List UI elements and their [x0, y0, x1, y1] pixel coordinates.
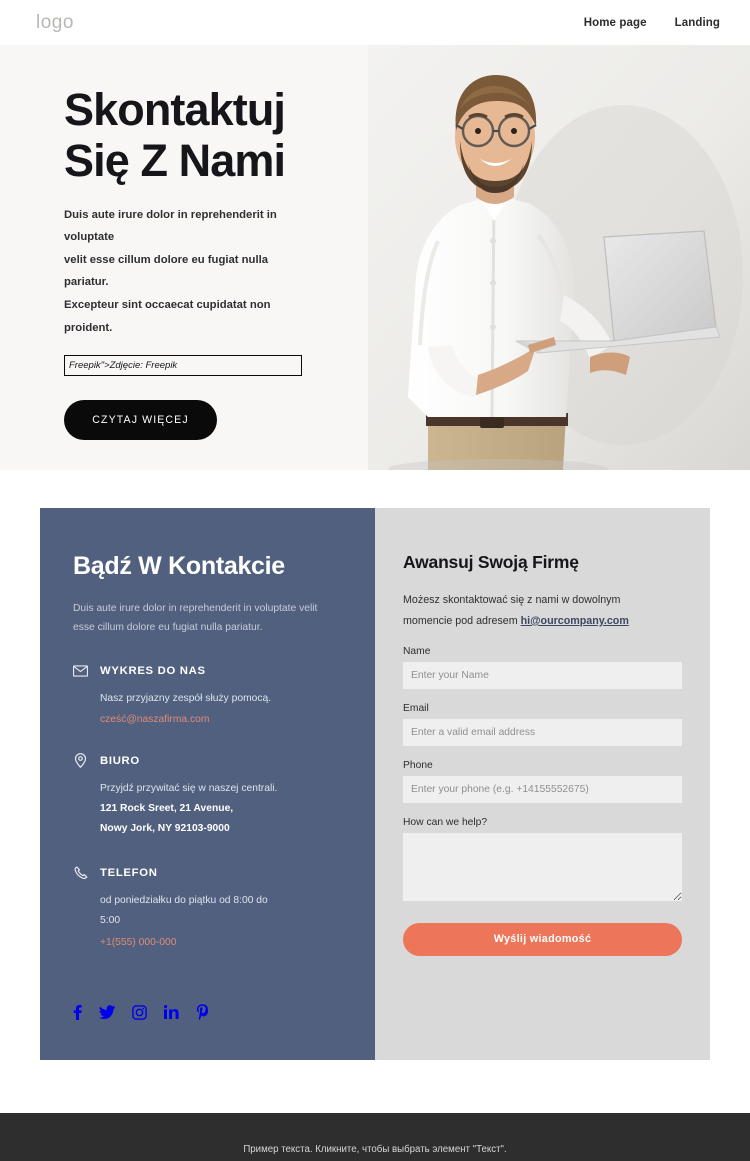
- phone-input[interactable]: [403, 775, 682, 803]
- contact-block-email-title: WYKRES DO NAS: [100, 664, 206, 677]
- hero-section: Skontaktuj Się Z Nami Duis aute irure do…: [0, 45, 750, 470]
- field-email: Email: [403, 703, 682, 746]
- nav-link-home-page[interactable]: Home page: [584, 17, 647, 29]
- twitter-icon[interactable]: [99, 1005, 115, 1019]
- contact-form-heading: Awansuj Swoją Firmę: [403, 552, 579, 572]
- contact-block-phone: TELEFON od poniedziałku do piątku od 8:0…: [73, 865, 339, 949]
- contact-block-phone-title: TELEFON: [100, 866, 158, 879]
- contact-block-office-body: Przyjdź przywitać się w naszej centrali.…: [73, 779, 339, 839]
- hero-paragraph-line-1: Duis aute irure dolor in reprehenderit i…: [64, 208, 277, 244]
- site-footer: Пример текста. Кликните, чтобы выбрать э…: [0, 1113, 750, 1161]
- footer-text: Пример текста. Кликните, чтобы выбрать э…: [243, 1144, 507, 1155]
- pinterest-icon[interactable]: [196, 1004, 209, 1020]
- name-input[interactable]: [403, 661, 682, 689]
- contact-form-email-link[interactable]: hi@ourcompany.com: [521, 615, 629, 627]
- contact-info-panel: Bądź W Kontakcie Duis aute irure dolor i…: [40, 508, 375, 1060]
- hero-content: Skontaktuj Się Z Nami Duis aute irure do…: [0, 45, 400, 441]
- image-attribution-box[interactable]: Freepik">Zdjęcie: Freepik: [64, 355, 302, 377]
- contact-block-office-title: BIURO: [100, 754, 140, 767]
- facebook-icon[interactable]: [73, 1004, 82, 1020]
- hero-title-line-1: Skontaktuj: [64, 84, 286, 135]
- contact-section: Bądź W Kontakcie Duis aute irure dolor i…: [40, 508, 710, 1060]
- main-navigation: Home page Landing: [584, 17, 720, 29]
- contact-block-office-header: BIURO: [73, 753, 339, 769]
- contact-block-office-line-2: 121 Rock Sreet, 21 Avenue,: [100, 803, 234, 815]
- contact-info-lead-line-2: esse cillum dolore eu fugiat nulla paria…: [73, 622, 263, 634]
- field-message-label: How can we help?: [403, 816, 488, 828]
- field-phone: Phone: [403, 760, 682, 803]
- hero-paragraph: Duis aute irure dolor in reprehenderit i…: [64, 204, 304, 340]
- site-header: logo Home page Landing: [0, 0, 750, 45]
- send-message-button[interactable]: Wyślij wiadomość: [403, 922, 682, 956]
- hero-title-line-2: Się Z Nami: [64, 134, 286, 186]
- hero-title: Skontaktuj Się Z Nami: [64, 84, 364, 187]
- contact-block-email-header: WYKRES DO NAS: [73, 663, 339, 678]
- contact-block-phone-line-2: 5:00: [100, 915, 121, 927]
- contact-form-lead-line-1: Możesz skontaktować się z nami w dowolny…: [403, 594, 621, 606]
- contact-form-lead-line-2: momencie pod adresem: [403, 614, 521, 627]
- field-name-label: Name: [403, 645, 431, 657]
- contact-block-office: BIURO Przyjdź przywitać się w naszej cen…: [73, 753, 339, 839]
- read-more-button[interactable]: CZYTAJ WIĘCEJ: [64, 400, 217, 441]
- hero-photo: [368, 45, 750, 470]
- contact-phone-link[interactable]: +1(555) 000-000: [100, 937, 176, 948]
- field-phone-label: Phone: [403, 759, 433, 771]
- instagram-icon[interactable]: [132, 1004, 147, 1020]
- contact-info-heading: Bądź W Kontakcie: [73, 552, 285, 580]
- field-email-label: Email: [403, 702, 429, 714]
- hero-paragraph-line-2: velit esse cillum dolore eu fugiat nulla…: [64, 253, 269, 289]
- field-name: Name: [403, 646, 682, 689]
- contact-block-email-line-1: Nasz przyjazny zespół służy pomocą.: [100, 693, 272, 705]
- hero-paragraph-line-3: Excepteur sint occaecat cupidatat non pr…: [64, 299, 271, 334]
- contact-form-lead: Możesz skontaktować się z nami w dowolny…: [403, 590, 653, 632]
- contact-block-office-line-3: Nowy Jork, NY 92103-9000: [100, 823, 230, 835]
- envelope-icon: [73, 663, 88, 678]
- contact-info-lead: Duis aute irure dolor in reprehenderit i…: [73, 599, 339, 637]
- contact-info-lead-line-1: Duis aute irure dolor in reprehenderit i…: [73, 603, 318, 614]
- contact-block-phone-header: TELEFON: [73, 865, 339, 880]
- contact-form-panel: Awansuj Swoją Firmę Możesz skontaktować …: [375, 508, 710, 1060]
- linkedin-icon[interactable]: [164, 1005, 179, 1019]
- contact-block-email-body: Nasz przyjazny zespół służy pomocą. cześ…: [73, 689, 339, 727]
- field-message: How can we help?: [403, 817, 682, 906]
- image-attribution-text: Freepik">Zdjęcie: Freepik: [69, 360, 178, 372]
- contact-block-phone-line-1: od poniedziałku do piątku od 8:00 do: [100, 895, 268, 907]
- map-pin-icon: [73, 753, 88, 769]
- contact-block-email: WYKRES DO NAS Nasz przyjazny zespół służ…: [73, 663, 339, 727]
- contact-email-link[interactable]: cześć@naszafirma.com: [100, 714, 209, 725]
- social-links: [73, 1004, 209, 1020]
- contact-block-phone-body: od poniedziałku do piątku od 8:00 do 5:0…: [73, 891, 339, 949]
- message-textarea[interactable]: [403, 832, 682, 901]
- email-input[interactable]: [403, 718, 682, 746]
- phone-icon: [73, 865, 88, 880]
- nav-link-landing[interactable]: Landing: [675, 17, 720, 29]
- contact-block-office-line-1: Przyjdź przywitać się w naszej centrali.: [100, 783, 278, 795]
- logo[interactable]: logo: [36, 12, 74, 34]
